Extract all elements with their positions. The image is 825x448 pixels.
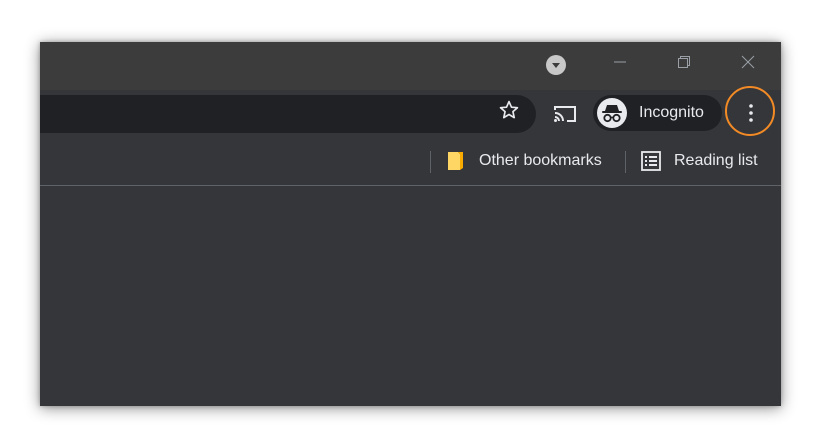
reading-list-label: Reading list [674, 152, 758, 169]
other-bookmarks-button[interactable]: Other bookmarks [446, 149, 616, 173]
restore-button[interactable] [664, 50, 704, 74]
minimize-icon [614, 61, 626, 63]
profile-label: Incognito [639, 104, 704, 121]
avatar [597, 98, 627, 128]
cast-icon [554, 106, 576, 122]
folder-icon [448, 152, 463, 170]
cast-button[interactable] [552, 102, 578, 126]
tab-search-icon [552, 63, 560, 68]
address-bar[interactable] [40, 95, 536, 133]
incognito-icon [602, 105, 622, 123]
page-content [40, 186, 781, 406]
star-icon [499, 100, 519, 119]
reading-list-button[interactable]: Reading list [640, 149, 770, 173]
other-bookmarks-label: Other bookmarks [479, 152, 602, 169]
tab-search-button[interactable] [546, 55, 566, 75]
reading-list-icon [641, 151, 661, 171]
close-button[interactable] [728, 50, 768, 74]
menu-button[interactable] [736, 98, 766, 128]
title-bar [40, 42, 781, 90]
browser-window: Incognito Other bookmarks Reading list [40, 42, 781, 406]
incognito-profile-button[interactable]: Incognito [593, 95, 722, 131]
restore-icon [678, 56, 690, 68]
close-icon [741, 55, 755, 69]
bookmarks-divider [430, 151, 431, 173]
bookmark-star-button[interactable] [498, 99, 520, 121]
more-vertical-icon [749, 104, 753, 122]
bookmarks-bar: Other bookmarks Reading list [40, 138, 781, 186]
toolbar: Incognito [40, 90, 781, 138]
minimize-button[interactable] [600, 50, 640, 74]
bookmarks-divider [625, 151, 626, 173]
